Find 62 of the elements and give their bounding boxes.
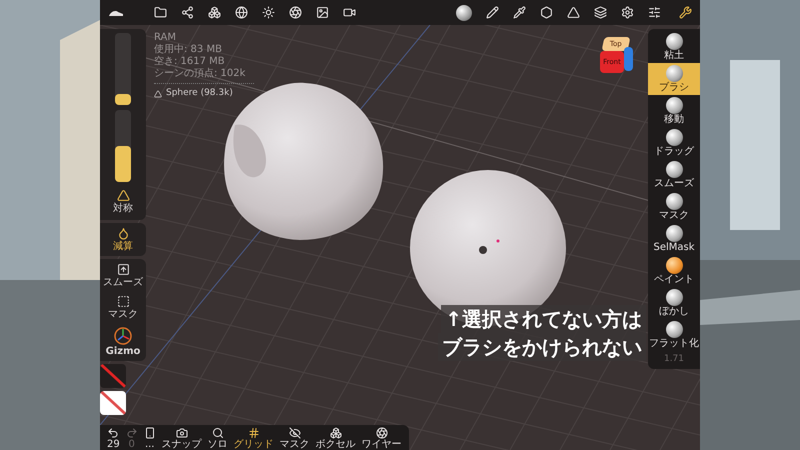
tool-button[interactable]: ぼかし: [648, 287, 700, 319]
redo-icon: [126, 427, 138, 439]
toolbar-button[interactable]: ...: [140, 427, 159, 450]
slider-track[interactable]: [115, 110, 131, 182]
folder-icon[interactable]: [154, 6, 167, 19]
tool-button[interactable]: 粘土: [648, 31, 700, 63]
eye-off-icon: [288, 427, 301, 439]
object-label[interactable]: Sphere (98.3k): [166, 87, 233, 100]
tool-button[interactable]: マスク: [648, 191, 700, 223]
droplet-icon: [116, 227, 130, 240]
info-text: 空き: 1617 MB: [154, 56, 226, 68]
video-icon[interactable]: [343, 6, 356, 19]
wrench-icon[interactable]: [679, 6, 692, 19]
info-text: シーンの頂点: 102k: [154, 68, 246, 80]
triangle-icon[interactable]: [567, 6, 580, 19]
mesh-icon: [154, 90, 162, 98]
side-button[interactable]: Gizmo: [100, 325, 146, 359]
slider-track[interactable]: [115, 33, 131, 105]
tool-button[interactable]: ペイント: [648, 255, 700, 287]
aperture-icon[interactable]: [289, 6, 302, 19]
globe-icon[interactable]: [235, 6, 248, 19]
toolbar-button[interactable]: マスク: [276, 427, 313, 450]
side-button[interactable]: マスク: [100, 293, 146, 322]
cubes-icon: [330, 427, 342, 439]
undo-icon: [107, 427, 120, 439]
settings-icon[interactable]: [621, 6, 634, 19]
toolbar-button[interactable]: ボクセル: [312, 427, 359, 450]
gizmo-icon: [114, 327, 132, 345]
cubes-icon[interactable]: [208, 6, 221, 19]
tool-button[interactable]: フラット化: [648, 319, 700, 351]
tool-button[interactable]: 移動: [648, 95, 700, 127]
info-text: RAM: [154, 32, 178, 44]
slider-fill[interactable]: [115, 146, 131, 182]
nodes-icon[interactable]: [181, 6, 194, 19]
toolbar-button[interactable]: ワイヤー: [358, 427, 405, 450]
side-button[interactable]: スムーズ: [100, 261, 146, 290]
pipette-icon[interactable]: [513, 6, 526, 19]
side-button[interactable]: 減算: [100, 225, 146, 254]
toolbar-button[interactable]: スナップ: [158, 427, 205, 450]
hexagon-icon[interactable]: [540, 6, 553, 19]
pencil-icon[interactable]: [486, 6, 499, 19]
version-label: 1.71: [662, 353, 686, 366]
tool-button[interactable]: ドラッグ: [648, 127, 700, 159]
toolbar-button[interactable]: グリッド: [230, 427, 277, 450]
app-logo-icon[interactable]: [108, 8, 124, 16]
color-swatch-icon[interactable]: [100, 391, 126, 415]
side-button[interactable]: 対称: [100, 187, 146, 216]
stroke-swatch-icon[interactable]: [100, 364, 126, 388]
slider-fill[interactable]: [115, 94, 131, 105]
search-icon: [212, 427, 224, 439]
layers-icon[interactable]: [594, 6, 607, 19]
tool-button[interactable]: スムーズ: [648, 159, 700, 191]
sun-icon[interactable]: [262, 6, 275, 19]
grid-icon: [248, 427, 260, 439]
toolbar-button[interactable]: 29: [104, 427, 123, 450]
tool-button[interactable]: SelMask: [648, 223, 700, 255]
caption-text: ↑選択されてない方は: [441, 305, 646, 333]
toolbar-button[interactable]: ソロ: [204, 427, 231, 450]
info-text: 使用中: 83 MB: [154, 44, 223, 56]
tool-button[interactable]: ブラシ: [648, 63, 700, 95]
image-icon[interactable]: [316, 6, 329, 19]
sliders-icon[interactable]: [648, 6, 661, 19]
